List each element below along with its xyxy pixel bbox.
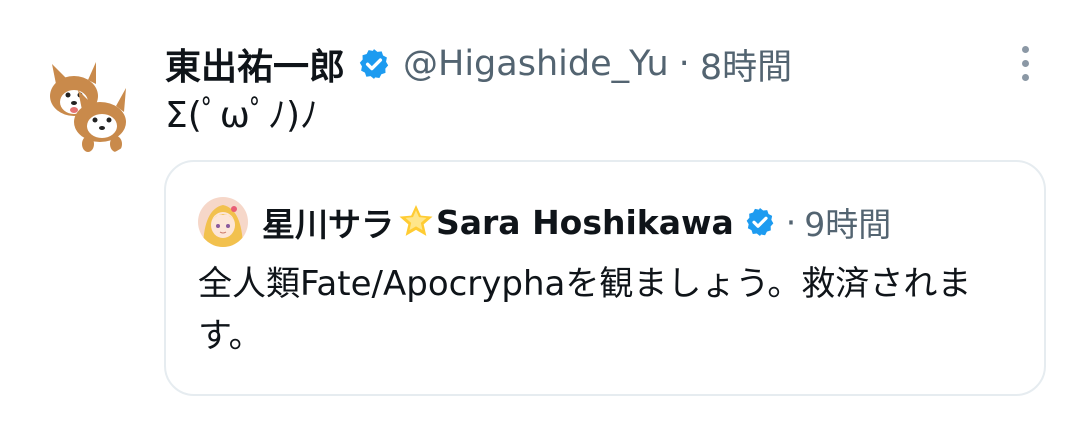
quoted-tweet-time[interactable]: 9時間 <box>804 198 891 246</box>
quoted-tweet-text: 全人類Fate/Apocryphaを観ましょう。救済されます。 <box>198 264 972 356</box>
quoted-author-name-jp[interactable]: 星川サラ <box>262 198 394 246</box>
quoted-tweet[interactable]: 星川サラ Sara Hoshikawa · 9時間 全人類Fate/Apocry… <box>164 160 1046 396</box>
tweet[interactable]: 東出祐一郎 @Higashide_Yu · 8時間 Σ(ﾟωﾟﾉ)ﾉ 星川サラ … <box>0 0 1080 426</box>
anime-girl-avatar-icon[interactable] <box>198 197 248 247</box>
verified-badge-icon[interactable] <box>357 47 391 81</box>
star-emoji-icon <box>396 202 436 242</box>
verified-badge-icon[interactable] <box>744 206 776 238</box>
tweet-text: Σ(ﾟωﾟﾉ)ﾉ <box>165 95 318 136</box>
quoted-author-name-en[interactable]: Sara Hoshikawa <box>436 203 734 242</box>
more-vertical-icon[interactable] <box>1010 46 1040 86</box>
author-name[interactable]: 東出祐一郎 <box>165 38 345 90</box>
tweet-time[interactable]: 8時間 <box>700 39 792 90</box>
separator-dot: · <box>785 202 797 242</box>
quoted-tweet-header: 星川サラ Sara Hoshikawa · 9時間 <box>198 196 891 248</box>
corgi-avatar-icon[interactable] <box>30 40 148 158</box>
author-handle[interactable]: @Higashide_Yu <box>403 44 669 84</box>
separator-dot: · <box>678 44 690 84</box>
tweet-header: 東出祐一郎 @Higashide_Yu · 8時間 <box>165 36 792 92</box>
